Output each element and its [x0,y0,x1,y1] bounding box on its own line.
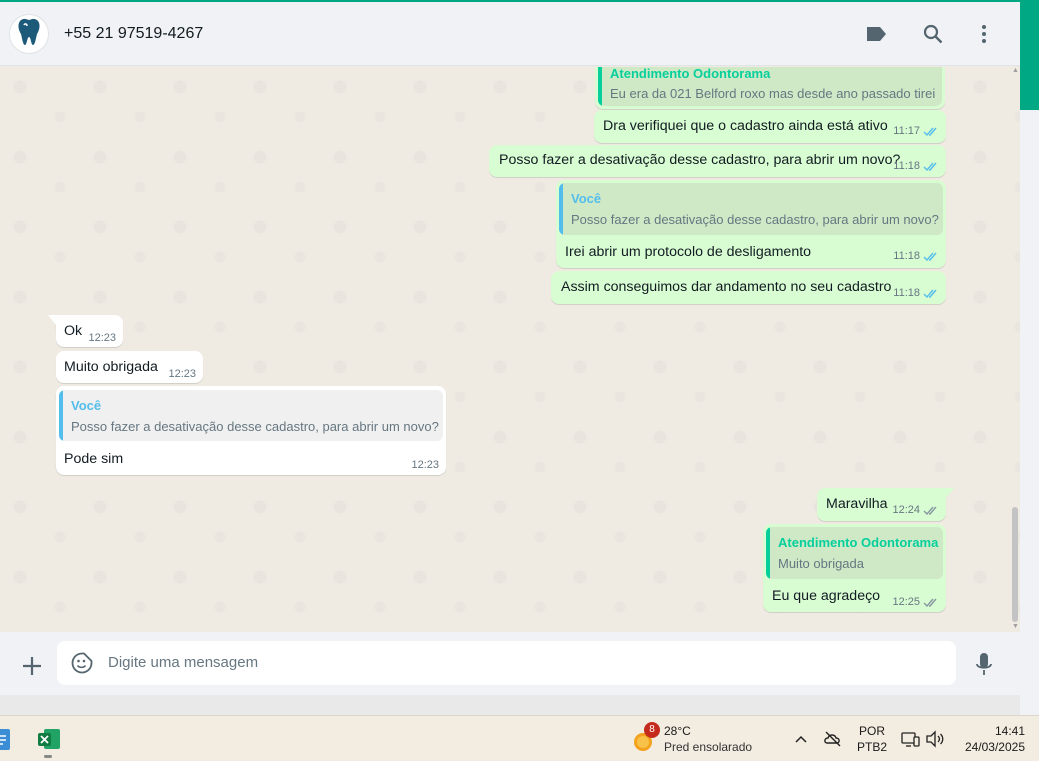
message-time: 12:23 [88,332,116,344]
contact-avatar[interactable] [9,14,49,54]
message-outgoing[interactable]: Dra verifiquei que o cadastro ainda está… [594,110,946,143]
contact-name[interactable]: +55 21 97519-4267 [64,25,203,43]
quote-text: Eu era da 021 Belford roxo mas desde ano… [610,86,936,101]
message-incoming[interactable]: Muito obrigada 12:23 [56,351,203,383]
more-vertical-icon[interactable] [971,21,997,47]
message-meta: 11:18 [893,250,939,262]
quote-text: Posso fazer a desativação desse cadastro… [71,419,439,434]
tooth-logo-icon [16,17,42,52]
message-outgoing[interactable]: Assim conseguimos dar andamento no seu c… [551,271,946,304]
excel-app-icon[interactable] [34,724,64,754]
message-outgoing[interactable]: Você Posso fazer a desativação desse cad… [556,180,946,268]
message-meta: 11:18 [893,287,939,299]
whatsapp-window: +55 21 97519-4267 Atendimento Odontorama… [0,0,1020,695]
window-accent-strip [1020,0,1039,110]
bubble-tail [946,488,954,498]
message-text: Maravilha [826,496,888,512]
read-ticks-icon [923,162,937,171]
message-meta: 12:23 [168,368,196,380]
quote-author: Você [71,398,102,413]
message-text: Posso fazer a desativação desse cadastro… [499,152,901,168]
clock-time[interactable]: 14:41 [985,724,1025,738]
sticker-icon[interactable] [71,652,93,674]
message-time: 12:23 [411,459,439,471]
message-time: 11:18 [893,250,920,262]
weather-temperature: 28°C [664,724,691,738]
message-outgoing[interactable]: Atendimento Odontorama Muito obrigada Eu… [763,524,946,612]
weather-description: Pred ensolarado [664,740,753,754]
message-list[interactable]: Atendimento Odontorama Eu era da 021 Bel… [0,67,1020,632]
scroll-down-icon[interactable]: ▼ [1011,623,1020,631]
quoted-message[interactable]: Você Posso fazer a desativação desse cad… [559,183,943,235]
message-input-placeholder: Digite uma mensagem [108,654,259,671]
microphone-icon[interactable] [974,652,994,678]
message-meta: 12:23 [88,332,116,344]
message-time: 12:25 [892,596,920,608]
attach-plus-icon[interactable] [20,654,44,678]
chat-scrollbar[interactable]: ▲ ▼ [1011,67,1020,632]
message-meta: 11:17 [893,125,939,137]
window-gutter [1020,110,1039,715]
message-text: Ok [64,323,83,339]
chat-header: +55 21 97519-4267 [0,2,1020,66]
quote-text: Muito obrigada [778,556,864,571]
clock-date[interactable]: 24/03/2025 [955,740,1025,754]
message-meta: 11:18 [893,160,939,172]
scroll-thumb[interactable] [1012,507,1018,622]
scroll-up-icon[interactable]: ▲ [1011,67,1020,75]
message-incoming[interactable]: Você Posso fazer a desativação desse cad… [56,386,446,475]
windows-taskbar: 8 28°C Pred ensolarado POR PTB2 14:41 24… [0,715,1039,761]
label-icon[interactable] [863,21,889,47]
message-composer: Digite uma mensagem [0,632,1020,695]
message-text: Dra verifiquei que o cadastro ainda está… [603,118,888,134]
message-input[interactable]: Digite uma mensagem [57,641,956,685]
onedrive-offline-icon[interactable] [823,729,843,749]
quote-author: Atendimento Odontorama [610,67,771,81]
notepad-app-icon[interactable] [0,724,16,754]
quote-text: Posso fazer a desativação desse cadastro… [571,212,939,227]
message-time: 11:17 [893,125,920,137]
language-indicator[interactable]: POR [858,724,886,738]
message-outgoing[interactable]: Maravilha 12:24 [817,488,946,521]
message-text: Assim conseguimos dar andamento no seu c… [561,279,892,295]
message-meta: 12:25 [892,596,939,608]
chevron-up-icon[interactable] [793,731,809,747]
weather-badge: 8 [644,722,660,738]
message-meta: 12:24 [892,504,939,516]
message-meta: 12:23 [411,459,439,471]
search-icon[interactable] [920,21,946,47]
keyboard-layout[interactable]: PTB2 [855,740,889,754]
read-ticks-icon [923,252,937,261]
read-ticks-icon [923,289,937,298]
message-text: Eu que agradeço [772,588,881,604]
message-incoming[interactable]: Ok 12:23 [56,315,123,347]
message-time: 11:18 [893,160,920,172]
message-time: 12:23 [168,368,196,380]
read-ticks-icon [923,127,937,136]
quoted-message[interactable]: Atendimento Odontorama Eu era da 021 Bel… [598,67,942,106]
message-time: 11:18 [893,287,920,299]
quoted-message[interactable]: Atendimento Odontorama Muito obrigada [766,527,943,579]
message-outgoing[interactable]: Atendimento Odontorama Eu era da 021 Bel… [595,67,945,109]
bubble-tail [48,315,56,325]
quote-author: Você [571,191,602,206]
message-text: Muito obrigada [64,359,158,375]
network-icon[interactable] [900,729,920,749]
message-outgoing[interactable]: Posso fazer a desativação desse cadastro… [489,145,946,177]
message-text: Irei abrir um protocolo de desligamento [565,244,812,260]
message-time: 12:24 [892,504,920,516]
delivered-ticks-icon [923,598,937,607]
volume-icon[interactable] [925,729,945,749]
message-text: Pode sim [64,451,124,467]
quoted-message[interactable]: Você Posso fazer a desativação desse cad… [59,390,443,441]
delivered-ticks-icon [923,506,937,515]
weather-widget[interactable]: 8 28°C Pred ensolarado [632,722,762,756]
quote-author: Atendimento Odontorama [778,535,939,550]
running-indicator [44,755,52,758]
